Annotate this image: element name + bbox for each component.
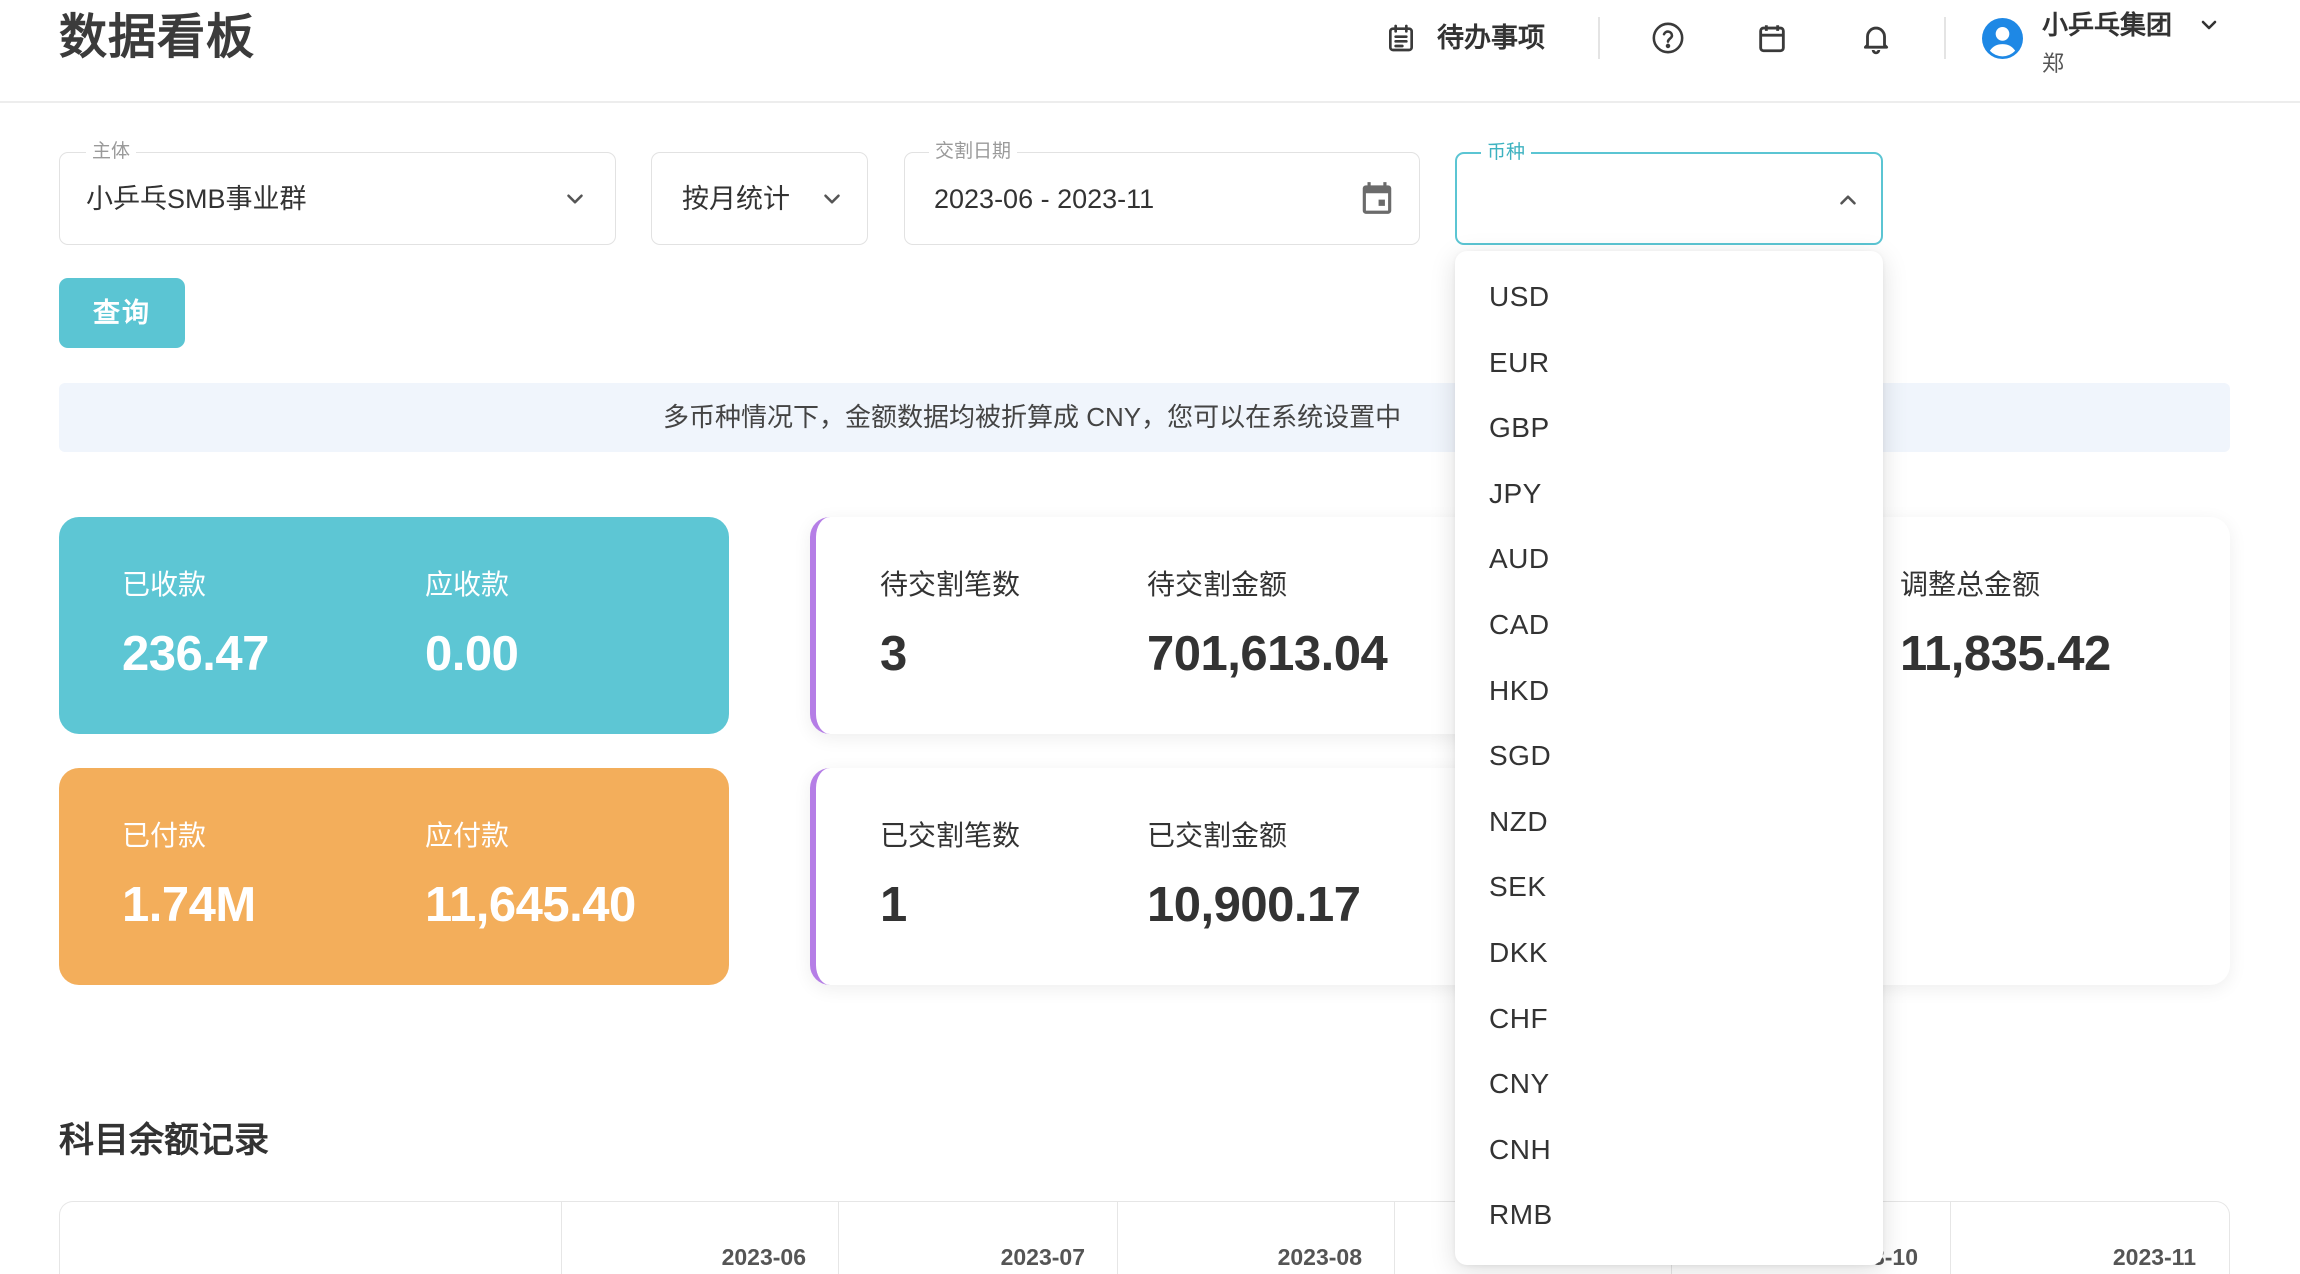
table-header-period: 2023-11 [1950,1202,2228,1274]
settled-count-value: 1 [880,878,907,932]
granularity-select[interactable]: 按月统计 [651,152,868,245]
pending-amount-value: 701,613.04 [1147,627,1388,681]
todo-button[interactable]: 待办事项 [1385,18,1555,58]
payable-label: 应付款 [425,820,510,851]
table-header-period: 2023-08 [1117,1202,1394,1274]
currency-option-gbp[interactable]: GBP [1455,395,1883,461]
notice-text: 多币种情况下，金额数据均被折算成 CNY，您可以在系统设置中 [663,402,1402,432]
chevron-down-icon [819,186,845,212]
payable-value: 11,645.40 [425,878,636,932]
chevron-down-icon [562,186,588,212]
table-header-period: 2023-06 [561,1202,838,1274]
calendar-icon[interactable] [1358,179,1396,217]
settled-amount-value: 10,900.17 [1147,878,1361,932]
query-button[interactable]: 查询 [59,278,185,348]
currency-notice: 多币种情况下，金额数据均被折算成 CNY，您可以在系统设置中 [59,383,2230,452]
currency-option-sek[interactable]: SEK [1455,854,1883,920]
entity-select[interactable]: 主体 小乒乓SMB事业群 [59,140,616,245]
entity-value: 小乒乓SMB事业群 [86,184,307,214]
table-header-period: 2023-07 [838,1202,1117,1274]
currency-option-eur[interactable]: EUR [1455,330,1883,396]
balance-records-table: 2023-06 2023-07 2023-08 2023-10 2023-11 [59,1201,2230,1274]
settlement-date-label: 交割日期 [929,140,1018,164]
pending-count-label: 待交割笔数 [880,569,1021,600]
todo-list-icon [1385,22,1417,54]
help-icon[interactable] [1651,21,1685,55]
currency-option-jpy[interactable]: JPY [1455,461,1883,527]
receivable-label: 应收款 [425,569,510,600]
calendar-icon[interactable] [1755,21,1789,55]
currency-option-cad[interactable]: CAD [1455,592,1883,658]
balance-records-title: 科目余额记录 [59,1121,270,1160]
company-name: 小乒乓集团 [2042,10,2173,40]
payments-card: 已付款 1.74M 应付款 11,645.40 [59,768,729,985]
granularity-value: 按月统计 [682,184,790,214]
adjustment-total-label: 调整总金额 [1900,569,2041,600]
table-header-account [60,1202,561,1274]
user-name: 郑 [2042,51,2065,76]
pending-amount-label: 待交割金额 [1147,569,1288,600]
adjustment-total-value: 11,835.42 [1900,627,2111,681]
received-label: 已收款 [122,569,207,600]
received-value: 236.47 [122,627,269,681]
settlement-date-value: 2023-06 - 2023-11 [934,184,1155,214]
currency-option-aud[interactable]: AUD [1455,526,1883,592]
chevron-up-icon [1835,187,1861,213]
header-divider [1944,17,1946,59]
currency-option-usd[interactable]: USD [1455,264,1883,330]
page-title: 数据看板 [59,11,256,64]
header-divider [1598,17,1600,59]
currency-option-cny[interactable]: CNY [1455,1051,1883,1117]
currency-select[interactable]: 币种 [1455,141,1883,245]
currency-option-cnh[interactable]: CNH [1455,1117,1883,1183]
bell-icon[interactable] [1859,21,1893,55]
currency-option-chf[interactable]: CHF [1455,986,1883,1052]
currency-dropdown-menu: USD EUR GBP JPY AUD CAD HKD SGD NZD SEK … [1455,251,1883,1265]
chevron-down-icon [2197,13,2221,37]
settled-count-label: 已交割笔数 [880,820,1021,851]
avatar [1982,18,2023,59]
receivable-value: 0.00 [425,627,519,681]
currency-option-hkd[interactable]: HKD [1455,658,1883,724]
paid-value: 1.74M [122,878,256,932]
currency-label: 币种 [1481,141,1532,165]
settlement-date-picker[interactable]: 交割日期 2023-06 - 2023-11 [904,140,1420,245]
paid-label: 已付款 [122,820,207,851]
settled-amount-label: 已交割金额 [1147,820,1288,851]
receipts-card: 已收款 236.47 应收款 0.00 [59,517,729,734]
todo-label: 待办事项 [1437,23,1545,53]
pending-count-value: 3 [880,627,907,681]
currency-option-rmb[interactable]: RMB [1455,1182,1883,1248]
account-menu[interactable]: 小乒乓集团 郑 [1980,8,2225,88]
currency-option-sgd[interactable]: SGD [1455,723,1883,789]
adjustment-card: 调整总金额 11,835.42 [1840,517,2230,985]
top-bar: 数据看板 待办事项 小乒乓集团 郑 [0,0,2300,103]
entity-label: 主体 [86,140,137,164]
currency-option-nzd[interactable]: NZD [1455,789,1883,855]
currency-option-dkk[interactable]: DKK [1455,920,1883,986]
